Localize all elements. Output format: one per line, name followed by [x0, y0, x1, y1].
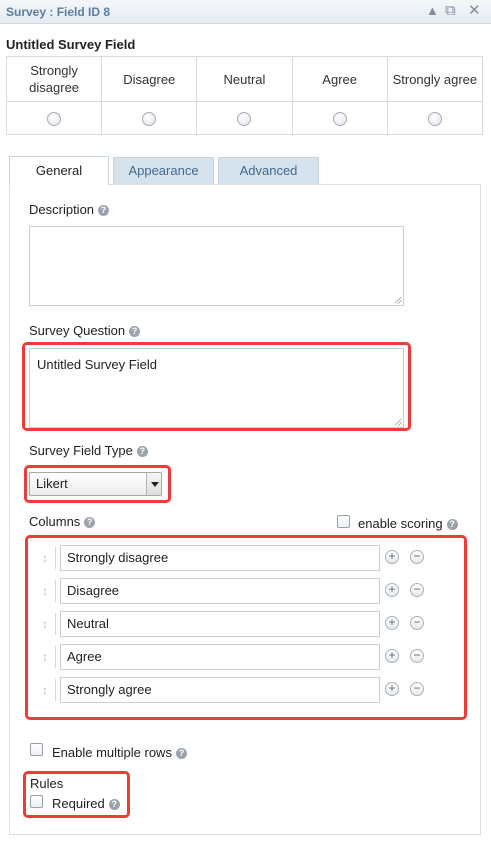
tab-general[interactable]: General — [9, 156, 109, 185]
column-input[interactable]: Disagree — [60, 578, 380, 604]
description-label: Description? — [29, 202, 110, 217]
remove-icon[interactable]: − — [410, 583, 424, 597]
preview-column-header: Agree — [291, 56, 388, 102]
add-icon[interactable]: + — [385, 583, 399, 597]
help-icon[interactable]: ? — [136, 446, 148, 457]
column-input[interactable]: Agree — [60, 644, 380, 670]
preview-column-header: Strongly disagree — [5, 56, 103, 102]
enable-multiple-rows-checkbox[interactable] — [30, 743, 43, 756]
close-icon[interactable]: ✕ — [468, 3, 481, 19]
likert-preview-table: Strongly disagree Disagree Neutral Agree… — [5, 56, 484, 135]
preview-field-label: Untitled Survey Field — [6, 37, 136, 52]
help-icon[interactable]: ? — [84, 517, 96, 528]
add-icon[interactable]: + — [385, 616, 399, 630]
preview-radio[interactable] — [332, 111, 347, 126]
drag-handle-icon[interactable]: ↕ — [42, 617, 48, 631]
help-icon[interactable]: ? — [108, 799, 120, 810]
remove-icon[interactable]: − — [410, 550, 424, 564]
drag-handle-icon[interactable]: ↕ — [42, 584, 48, 598]
preview-column-header: Neutral — [196, 56, 293, 102]
preview-radio[interactable] — [142, 111, 157, 126]
resize-grip-icon[interactable] — [395, 419, 402, 426]
required-label: Required? — [52, 796, 120, 811]
remove-icon[interactable]: − — [410, 616, 424, 630]
column-input[interactable]: Strongly disagree — [60, 545, 380, 571]
drag-handle-icon[interactable]: ↕ — [42, 551, 48, 565]
preview-radio[interactable] — [237, 111, 252, 126]
add-icon[interactable]: + — [385, 649, 399, 663]
description-textarea[interactable] — [29, 226, 404, 306]
survey-question-textarea[interactable]: Untitled Survey Field — [29, 348, 404, 428]
select-value: Likert — [36, 476, 68, 491]
drag-handle-icon[interactable]: ↕ — [42, 683, 48, 697]
help-icon[interactable]: ? — [129, 326, 141, 337]
preview-radio[interactable] — [47, 111, 62, 126]
survey-field-type-select[interactable]: Likert — [29, 472, 162, 496]
preview-radio[interactable] — [427, 111, 442, 126]
columns-label: Columns? — [29, 514, 96, 529]
preview-column-header: Disagree — [101, 56, 198, 102]
add-icon[interactable]: + — [385, 682, 399, 696]
field-titlebar: Survey : Field ID 8 ▲ ⧉ ✕ — [0, 0, 491, 24]
help-icon[interactable]: ? — [98, 205, 110, 216]
chevron-down-icon — [146, 473, 161, 495]
enable-scoring-checkbox[interactable] — [337, 515, 350, 528]
rules-label: Rules — [30, 776, 64, 791]
remove-icon[interactable]: − — [410, 682, 424, 696]
column-input[interactable]: Strongly agree — [60, 677, 380, 703]
preview-column-header: Strongly agree — [386, 56, 484, 102]
collapse-arrow-icon[interactable]: ▲ — [426, 3, 439, 19]
remove-icon[interactable]: − — [410, 649, 424, 663]
survey-question-label: Survey Question? — [29, 323, 141, 338]
survey-field-type-label: Survey Field Type? — [29, 443, 148, 458]
tab-advanced[interactable]: Advanced — [218, 157, 319, 184]
enable-multiple-rows-label: Enable multiple rows? — [52, 745, 187, 760]
column-input[interactable]: Neutral — [60, 611, 380, 637]
help-icon[interactable]: ? — [175, 748, 187, 759]
add-icon[interactable]: + — [385, 550, 399, 564]
resize-grip-icon[interactable] — [395, 297, 402, 304]
help-icon[interactable]: ? — [446, 519, 458, 530]
field-title: Survey : Field ID 8 — [6, 5, 111, 19]
duplicate-icon[interactable]: ⧉ — [445, 3, 456, 19]
enable-scoring-label: enable scoring? — [358, 516, 458, 531]
drag-handle-icon[interactable]: ↕ — [42, 650, 48, 664]
required-checkbox[interactable] — [30, 795, 43, 808]
tab-appearance[interactable]: Appearance — [113, 157, 214, 184]
